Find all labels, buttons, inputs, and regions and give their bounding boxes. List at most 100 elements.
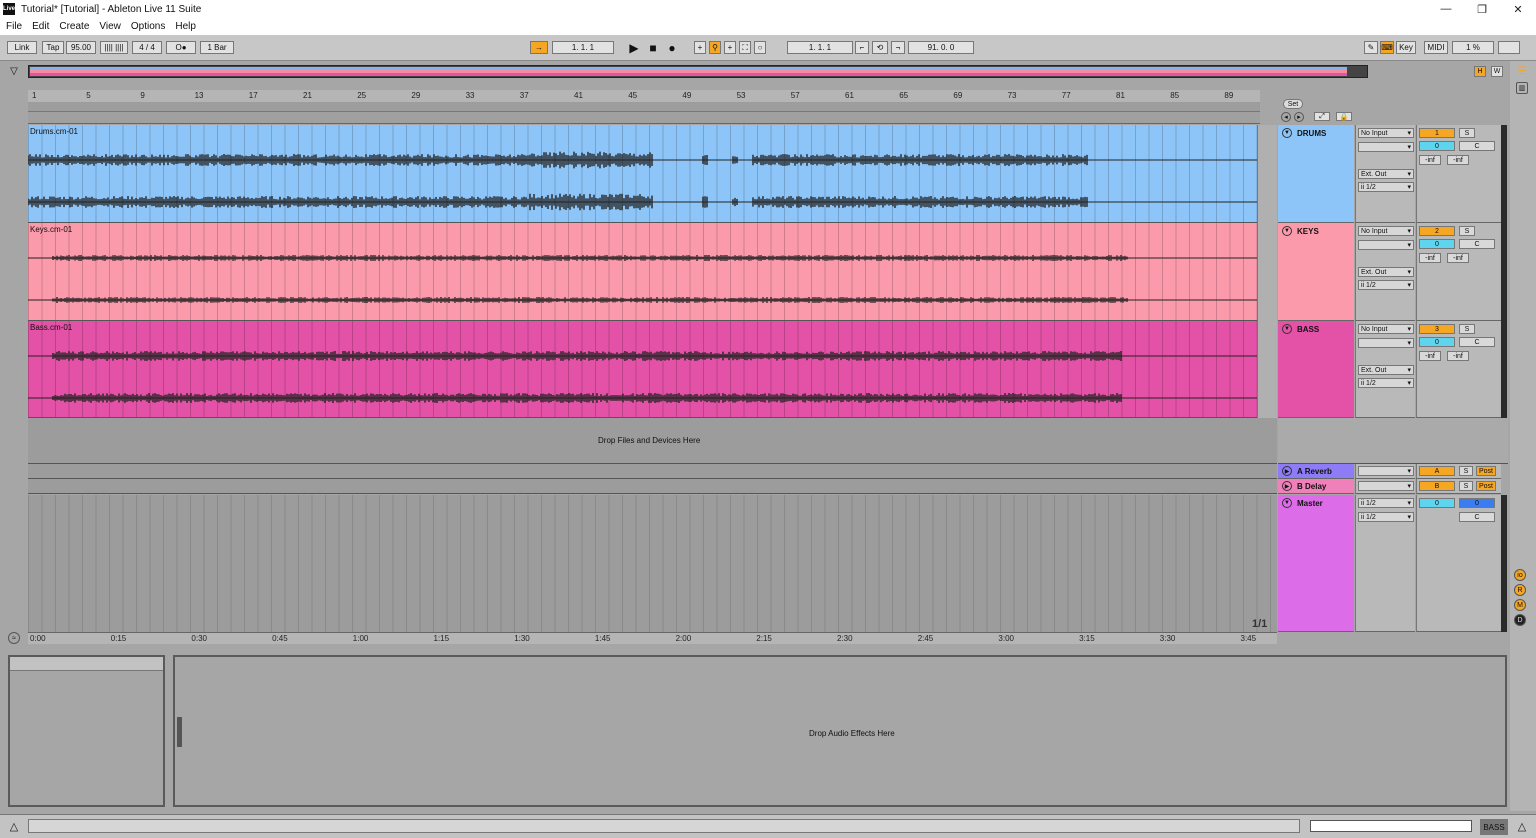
solo-button[interactable]: S xyxy=(1459,481,1473,491)
tempo-field[interactable]: 95.00 xyxy=(66,41,96,54)
fold-chevron-icon[interactable]: ▼ xyxy=(1282,226,1292,236)
input-type-select[interactable]: No Input xyxy=(1358,324,1414,334)
set-locator-button[interactable]: Set xyxy=(1283,99,1303,109)
input-type-select[interactable]: No Input xyxy=(1358,128,1414,138)
menu-view[interactable]: View xyxy=(99,21,121,32)
input-channel-select[interactable] xyxy=(1358,338,1414,348)
device-view-handle[interactable] xyxy=(177,717,182,747)
track-name-drums[interactable]: DRUMS xyxy=(1297,129,1326,138)
return-name-a[interactable]: A Reverb xyxy=(1297,467,1332,476)
close-button[interactable]: ✕ xyxy=(1500,0,1536,18)
track-activator-button[interactable]: 3 xyxy=(1419,324,1455,334)
track-head-drums[interactable]: ▼ DRUMS xyxy=(1278,125,1354,223)
minimize-button[interactable]: — xyxy=(1428,0,1464,18)
link-button[interactable]: Link xyxy=(7,41,37,54)
metronome-button[interactable]: O● xyxy=(166,41,196,54)
track-activator-button[interactable]: 2 xyxy=(1419,226,1455,236)
io-toggle-icon[interactable]: io xyxy=(1514,569,1526,581)
return-head-a[interactable]: ▶ A Reverb xyxy=(1278,464,1354,479)
return-name-b[interactable]: B Delay xyxy=(1297,482,1326,491)
quantization-select[interactable]: 1 Bar xyxy=(200,41,234,54)
input-channel-select[interactable] xyxy=(1358,240,1414,250)
master-lane[interactable] xyxy=(28,495,1277,632)
punch-out-icon[interactable]: ¬ xyxy=(891,41,905,54)
input-channel-select[interactable] xyxy=(1358,142,1414,152)
fold-chevron-icon[interactable]: ▶ xyxy=(1282,481,1292,491)
collapse-overview-icon[interactable]: ▽ xyxy=(8,65,20,77)
menu-icon[interactable]: ☰ xyxy=(1516,65,1528,77)
fold-chevron-icon[interactable]: ▼ xyxy=(1282,498,1292,508)
track-head-bass[interactable]: ▼ BASS xyxy=(1278,321,1354,418)
time-ruler[interactable]: 0:00 0:15 0:30 0:45 1:00 1:15 1:30 1:45 2:00 2:15… xyxy=(28,632,1277,644)
record-icon[interactable]: ● xyxy=(666,40,678,55)
drop-files-area[interactable]: Drop Files and Devices Here xyxy=(28,418,1277,464)
show-detail-icon[interactable]: △ xyxy=(1516,820,1528,833)
return-activator-button[interactable]: B xyxy=(1419,481,1455,491)
menu-create[interactable]: Create xyxy=(59,21,89,32)
tap-button[interactable]: Tap xyxy=(42,41,64,54)
overdub-icon[interactable]: + xyxy=(694,41,706,54)
loop-brace-strip[interactable] xyxy=(28,102,1260,112)
loop-icon[interactable]: ≈ xyxy=(8,632,20,644)
solo-button[interactable]: S xyxy=(1459,226,1475,236)
output-type-select[interactable]: Ext. Out xyxy=(1358,169,1414,179)
solo-button[interactable]: S xyxy=(1459,324,1475,334)
menu-file[interactable]: File xyxy=(6,21,22,32)
maximize-button[interactable]: ❐ xyxy=(1464,0,1500,18)
loop-switch-icon[interactable]: ⟲ xyxy=(872,41,888,54)
return-lane-b[interactable] xyxy=(28,479,1277,494)
draw-mode-icon[interactable]: ✎ xyxy=(1364,41,1378,54)
return-head-b[interactable]: ▶ B Delay xyxy=(1278,479,1354,494)
re-enable-automation-icon[interactable]: + xyxy=(724,41,736,54)
track-name-keys[interactable]: KEYS xyxy=(1297,227,1319,236)
track-head-keys[interactable]: ▼ KEYS xyxy=(1278,223,1354,321)
master-name[interactable]: Master xyxy=(1297,499,1323,508)
input-type-select[interactable]: No Input xyxy=(1358,226,1414,236)
loop-length-field[interactable]: 91. 0. 0 xyxy=(908,41,974,54)
follow-button-icon[interactable]: → xyxy=(530,41,548,54)
computer-midi-keyboard-icon[interactable]: ⌨ xyxy=(1380,41,1394,54)
cue-volume-field[interactable]: 0 xyxy=(1459,498,1495,508)
device-view[interactable]: Drop Audio Effects Here xyxy=(173,655,1507,807)
session-record-icon[interactable]: ○ xyxy=(754,41,766,54)
master-head[interactable]: ▼ Master xyxy=(1278,495,1354,632)
volume-field[interactable]: 0 xyxy=(1419,337,1455,347)
capture-midi-icon[interactable]: ⛶ xyxy=(739,41,751,54)
output-channel-select[interactable]: ii 1/2 xyxy=(1358,182,1414,192)
fit-width-button[interactable]: W xyxy=(1491,66,1503,77)
midi-map-button[interactable]: MIDI xyxy=(1424,41,1448,54)
output-type-select[interactable]: Ext. Out xyxy=(1358,365,1414,375)
pan-field[interactable]: C xyxy=(1459,239,1495,249)
volume-field[interactable]: 0 xyxy=(1419,141,1455,151)
prev-locator-icon[interactable]: ◂ xyxy=(1281,112,1291,122)
stop-icon[interactable]: ■ xyxy=(647,40,659,55)
fold-chevron-icon[interactable]: ▶ xyxy=(1282,466,1292,476)
locator-strip[interactable] xyxy=(28,112,1260,124)
track-lane-keys[interactable]: Keys.cm-01 xyxy=(28,223,1257,321)
play-icon[interactable]: ▶ xyxy=(628,40,640,55)
menu-options[interactable]: Options xyxy=(131,21,165,32)
show-browser-icon[interactable]: △ xyxy=(8,820,20,833)
punch-in-icon[interactable]: ⌐ xyxy=(855,41,869,54)
time-signature-field[interactable]: 4 / 4 xyxy=(132,41,162,54)
post-button[interactable]: Post xyxy=(1476,481,1496,491)
menu-edit[interactable]: Edit xyxy=(32,21,49,32)
menu-help[interactable]: Help xyxy=(175,21,196,32)
post-button[interactable]: Post xyxy=(1476,466,1496,476)
track-scroll-column[interactable] xyxy=(1257,125,1277,418)
nudge-buttons-icon[interactable]: |||| |||| xyxy=(100,41,128,54)
track-lane-drums[interactable]: Drums.cm-01 xyxy=(28,125,1257,223)
fold-chevron-icon[interactable]: ▼ xyxy=(1282,324,1292,334)
delay-toggle-icon[interactable]: D xyxy=(1514,614,1526,626)
arrangement-position-field[interactable]: 1. 1. 1 xyxy=(552,41,614,54)
returns-toggle-icon[interactable]: R xyxy=(1514,584,1526,596)
master-volume-field[interactable]: 0 xyxy=(1419,498,1455,508)
output-type-select[interactable]: Ext. Out xyxy=(1358,267,1414,277)
pan-field[interactable]: C xyxy=(1459,337,1495,347)
track-activator-button[interactable]: 1 xyxy=(1419,128,1455,138)
loop-start-field[interactable]: 1. 1. 1 xyxy=(787,41,853,54)
lock-icon[interactable]: 🔒 xyxy=(1336,112,1352,121)
master-out-select[interactable]: ii 1/2 xyxy=(1358,512,1414,522)
volume-field[interactable]: 0 xyxy=(1419,239,1455,249)
fold-chevron-icon[interactable]: ▼ xyxy=(1282,128,1292,138)
